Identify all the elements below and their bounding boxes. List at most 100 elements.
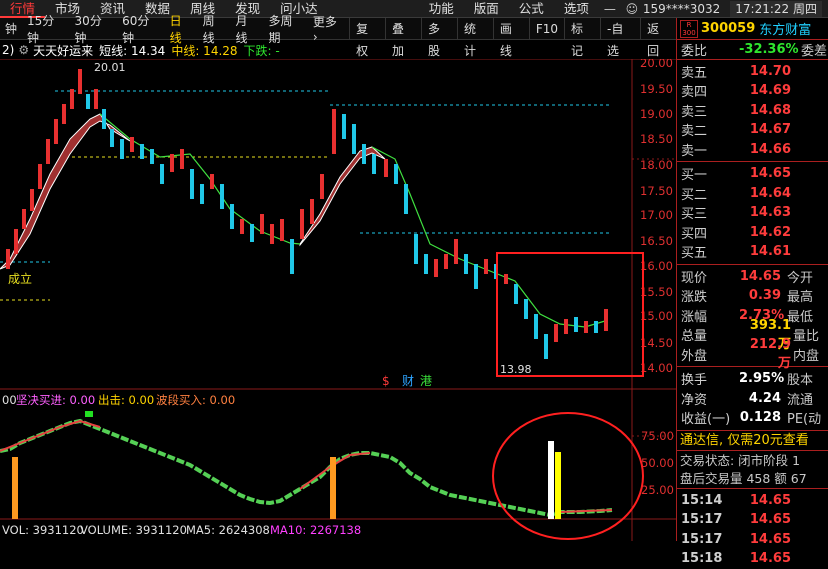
f10-button[interactable]: F10: [528, 17, 564, 40]
period-toolbar: 钟 15分钟 30分钟 60分钟 日线 周线 月线 多周期 更多 › 复权 叠加…: [0, 14, 676, 58]
stat2-row: 净资 4.24 流通: [677, 389, 828, 409]
bid-row[interactable]: 买一 14.65: [677, 164, 828, 184]
price-tick-18.50: 18.50: [640, 132, 673, 146]
bid-price: 14.61: [749, 244, 791, 260]
stat-right: 今开: [787, 270, 814, 286]
bid-label: 买二: [681, 187, 708, 203]
bid-label: 买三: [681, 207, 708, 223]
sub-tick-25: 25.00: [641, 483, 674, 497]
tick-price: 14.65: [749, 531, 791, 547]
trade-status: 交易状态: 闭市阶段 1: [677, 449, 828, 469]
short-line-value: 短线: 14.34: [99, 43, 166, 58]
ask-row[interactable]: 卖三 14.68: [677, 101, 828, 121]
low-price-label: 13.98: [500, 363, 532, 376]
price-tick-16.00: 16.00: [640, 259, 673, 273]
bid-row[interactable]: 买二 14.64: [677, 184, 828, 204]
bid-list: 买一 14.65 买二 14.64 买三 14.63 买四 14.62 买五 14.61: [677, 161, 828, 264]
duogu-button[interactable]: 多股: [421, 17, 457, 58]
sub-value-c: 波段买入: 0.00: [156, 393, 235, 407]
sub-bar-yellow: [555, 452, 561, 519]
menu-banmian[interactable]: 版面: [464, 0, 509, 18]
sub-bar-orange-1: [12, 457, 18, 519]
ask-label: 卖五: [681, 65, 708, 81]
kline-chart[interactable]: 20.00 19.50 19.00 18.50 18.00 17.50 17.0…: [0, 59, 676, 541]
stat2-row: 收益(一) 0.128 PE(动: [677, 408, 828, 428]
stat-right: 内盘: [793, 348, 820, 364]
huaxian-button[interactable]: 画线: [492, 17, 529, 58]
bid-row[interactable]: 买三 14.63: [677, 203, 828, 223]
bid-row[interactable]: 买四 14.62: [677, 223, 828, 243]
minimize-icon[interactable]: —: [599, 2, 621, 16]
weibi-row: 委比 -32.36% 委差: [677, 40, 828, 60]
tick-row: 15:18 14.65: [677, 549, 828, 569]
mark-cai[interactable]: 财: [402, 374, 414, 388]
weibi-value: -32.36%: [739, 41, 799, 57]
badge-bottom: 300: [682, 28, 696, 37]
price-tick-15.50: 15.50: [640, 285, 673, 299]
down-value: 下跌: -: [243, 43, 280, 58]
tick-time: 15:17: [681, 512, 723, 528]
tick-time: 15:17: [681, 531, 723, 547]
tongji-button[interactable]: 统计: [456, 17, 493, 58]
sub-tick-50: 50.00: [641, 456, 674, 470]
stat2-value: 0.128: [739, 410, 781, 426]
ask-price: 14.66: [749, 141, 791, 157]
ask-price: 14.70: [749, 63, 791, 79]
ask-row[interactable]: 卖一 14.66: [677, 140, 828, 160]
highlight-box: [496, 252, 644, 377]
diejia-button[interactable]: 叠加: [385, 17, 421, 58]
ask-row[interactable]: 卖五 14.70: [677, 62, 828, 82]
bid-price: 14.63: [749, 205, 791, 221]
candles: [6, 69, 608, 359]
stat2-label: 净资: [681, 392, 708, 408]
stat-label: 涨跌: [681, 290, 708, 306]
menu-gongshi[interactable]: 公式: [509, 0, 554, 18]
settings-icon[interactable]: ⚙: [18, 43, 29, 57]
stat-value: 14.65: [739, 268, 781, 284]
bid-label: 买四: [681, 226, 708, 242]
biaoji-button[interactable]: 标记: [564, 17, 600, 58]
tick-price: 14.65: [749, 492, 791, 508]
sub-bar-white: [548, 441, 554, 519]
badge-top: R: [686, 20, 692, 29]
ask-row[interactable]: 卖二 14.67: [677, 120, 828, 140]
ask-price: 14.68: [749, 102, 791, 118]
bid-row[interactable]: 买五 14.61: [677, 242, 828, 262]
price-tick-19.50: 19.50: [640, 82, 673, 96]
after-hours: 盘后交易量 458 额 67: [680, 470, 807, 486]
ma10-label: MA10: 2267138: [270, 523, 361, 537]
sub-value-b: 出击: 0.00: [98, 393, 154, 407]
ask-label: 卖四: [681, 85, 708, 101]
stat2-right: 股本: [787, 373, 814, 389]
stats-list: 现价 14.65 今开 涨跌 0.39 最高 涨幅 2.73% 最低 总量 393.1万 量比 …: [677, 263, 828, 371]
fuquan-button[interactable]: 复权: [349, 17, 385, 58]
mark-dollar[interactable]: $: [382, 374, 390, 388]
ask-row[interactable]: 卖四 14.69: [677, 81, 828, 101]
mark-gang[interactable]: 港: [420, 374, 432, 388]
period-more-label: 更多: [312, 15, 337, 29]
stock-name[interactable]: 东方财富: [759, 19, 811, 38]
price-tick-18.00: 18.00: [640, 158, 673, 172]
ask-price: 14.69: [749, 83, 791, 99]
price-axis-labels: 20.00 19.50 19.00 18.50 18.00 17.50 17.0…: [640, 59, 673, 375]
vol-label: VOL: 3931120: [2, 523, 84, 537]
period-more[interactable]: 更多 ›: [308, 13, 349, 44]
stock-code[interactable]: 300059: [701, 21, 755, 36]
stat2-label: 换手: [681, 373, 708, 389]
account-name[interactable]: 159****3032: [643, 2, 720, 16]
volume-info: VOL: 3931120 VOLUME: 3931120 MA5: 262430…: [2, 523, 361, 537]
zixuan-button[interactable]: -自选: [599, 17, 640, 58]
stat-row: 涨跌 0.39 最高: [677, 286, 828, 306]
menu-xuanxiang[interactable]: 选项: [554, 0, 599, 18]
volume-label: VOLUME: 3931120: [80, 523, 187, 537]
period-min[interactable]: 钟: [0, 20, 22, 37]
sub-axis-labels: 75.00 50.00 25.00: [641, 429, 674, 497]
indicator-name[interactable]: 天天好运来: [33, 42, 93, 59]
back-button[interactable]: 返回: [640, 17, 676, 58]
mid-line-value: 中线: 14.28: [171, 43, 238, 58]
user-icon[interactable]: ☺: [621, 2, 643, 16]
sub-marker-green: [85, 411, 93, 417]
menu-gongneng[interactable]: 功能: [419, 0, 464, 18]
info-prefix: 2): [2, 43, 15, 57]
ad-banner[interactable]: 通达信, 仅需20元查看: [677, 429, 828, 450]
